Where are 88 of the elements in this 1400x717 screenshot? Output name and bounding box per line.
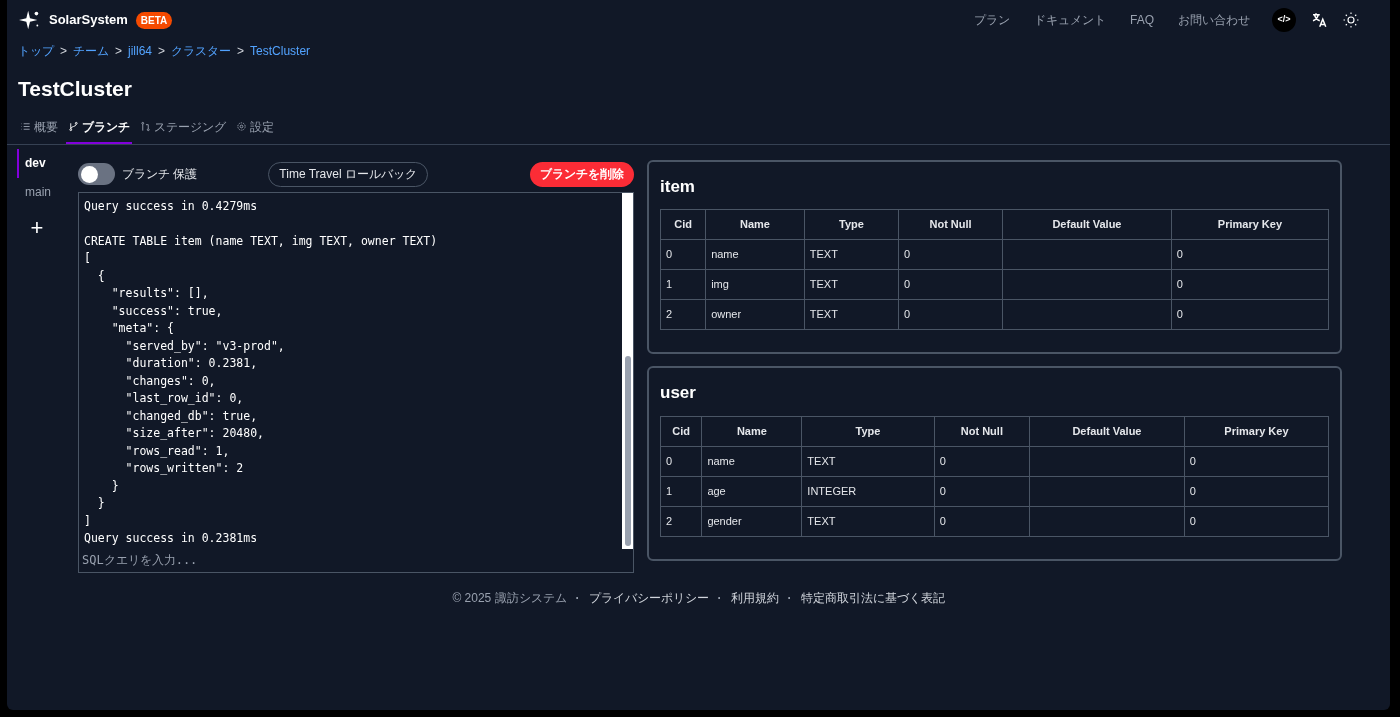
column-header: Not Null	[898, 209, 1003, 240]
query-input-field[interactable]: SQLクエリを入力...	[79, 548, 633, 572]
footer-link[interactable]: 利用規約	[730, 588, 779, 607]
table-cell: 0	[934, 446, 1030, 476]
table-cell: TEXT	[804, 239, 899, 270]
footer-separator: ·	[717, 589, 722, 607]
column-header: Primary Key	[1184, 416, 1329, 446]
tab[interactable]: ステージング	[138, 117, 228, 144]
column-header: Cid	[660, 209, 706, 240]
list-icon	[20, 121, 31, 132]
branch-item[interactable]: main	[17, 177, 67, 207]
table-cell: 0	[898, 299, 1003, 330]
branch-item[interactable]: dev	[17, 148, 67, 178]
breadcrumb-link[interactable]: トップ	[18, 42, 54, 60]
table-cell: gender	[701, 506, 802, 536]
table-cell: 0	[1171, 269, 1329, 300]
merge-icon	[140, 121, 151, 132]
table-cell: 0	[898, 239, 1003, 270]
breadcrumb-separator: >	[115, 43, 123, 60]
footer-separator: ·	[575, 589, 580, 607]
table-cell: TEXT	[804, 299, 899, 330]
nav-link[interactable]: プラン	[974, 11, 1010, 29]
table-cell: 0	[1171, 299, 1329, 330]
column-header: Not Null	[934, 416, 1030, 446]
tab[interactable]: 概要	[18, 117, 60, 144]
table-cell: 2	[660, 299, 706, 330]
column-header: Name	[705, 209, 805, 240]
table-cell: 1	[660, 269, 706, 300]
toggle-switch[interactable]	[78, 163, 115, 185]
nav-link[interactable]: お問い合わせ	[1178, 11, 1250, 29]
breadcrumb-separator: >	[60, 43, 67, 60]
column-header: Default Value	[1029, 416, 1185, 446]
sparkle-logo-icon	[19, 9, 41, 31]
column-header: Cid	[660, 416, 702, 446]
breadcrumb-link[interactable]: TestCluster	[250, 42, 311, 60]
table-title: user	[660, 382, 697, 404]
table-cell: 0	[898, 269, 1003, 300]
console-output: Query success in 0.4279ms CREATE TABLE item (name TEXT, img TEXT, owner TEXT) [ { "results": [], "success": true, "meta": { "served_by": "v3-prod", "duration": 0.2381, "changes": 0, "last_row_id": 0, "changed_db": true, "size_after": 20480, "rows_read": 1, "rows_written": 2 } } ] Query success in 0.2381ms	[83, 197, 439, 547]
table-cell: name	[705, 239, 805, 270]
page-title: TestCluster	[17, 76, 133, 102]
beta-badge: BETA	[135, 11, 173, 29]
toggle-label: ブランチ 保護	[122, 166, 198, 183]
table-cell: TEXT	[801, 506, 935, 536]
footer-link[interactable]: 特定商取引法に基づく表記	[800, 588, 945, 607]
table-cell: 0	[1184, 446, 1329, 476]
breadcrumb-link[interactable]: jill64	[128, 42, 153, 60]
table-cell: TEXT	[804, 269, 899, 300]
tab[interactable]: ブランチ	[66, 117, 132, 144]
breadcrumb-separator: >	[158, 43, 166, 60]
table-cell: 0	[934, 476, 1030, 506]
delete-branch-button[interactable]: ブランチを削除	[530, 161, 634, 187]
table-cell: 0	[660, 446, 702, 476]
sun-icon[interactable]	[1342, 11, 1360, 29]
table-cell: 1	[660, 476, 702, 506]
breadcrumb-separator: >	[237, 43, 245, 60]
footer-separator: ·	[787, 589, 792, 607]
table-cell: 0	[1171, 239, 1329, 270]
add-branch-button[interactable]: +	[17, 210, 57, 244]
copyright-text[interactable]: © 2025 諏訪システム	[452, 588, 567, 607]
column-header: Type	[804, 209, 899, 240]
table-cell: 0	[660, 239, 706, 270]
column-header: Type	[801, 416, 935, 446]
tab[interactable]: 設定	[234, 117, 276, 144]
nav-link[interactable]: FAQ	[1130, 11, 1154, 29]
branch-icon	[68, 121, 79, 132]
table-cell: 2	[660, 506, 702, 536]
table-title: item	[660, 175, 696, 198]
table-cell: 0	[1184, 476, 1329, 506]
table-cell: name	[701, 446, 802, 476]
table-cell: img	[705, 269, 805, 300]
breadcrumb-link[interactable]: クラスター	[171, 42, 232, 60]
table-cell: age	[701, 476, 802, 506]
nav-link[interactable]: ドキュメント	[1034, 11, 1106, 29]
breadcrumb-link[interactable]: チーム	[73, 42, 109, 60]
code-badge[interactable]: </>	[1272, 8, 1296, 32]
table-cell: 0	[934, 506, 1030, 536]
footer-link[interactable]: プライバシーポリシー	[588, 588, 709, 607]
table-cell: TEXT	[801, 446, 935, 476]
brand-name[interactable]: SolarSystem	[49, 10, 128, 30]
scrollbar[interactable]	[622, 192, 633, 549]
settings-icon	[236, 121, 247, 132]
translate-icon[interactable]	[1310, 11, 1328, 29]
table-cell: INTEGER	[801, 476, 935, 506]
table-cell: 0	[1184, 506, 1329, 536]
table-cell: owner	[705, 299, 805, 330]
column-header: Primary Key	[1171, 209, 1329, 240]
column-header: Name	[701, 416, 802, 446]
column-header: Default Value	[1002, 209, 1172, 240]
